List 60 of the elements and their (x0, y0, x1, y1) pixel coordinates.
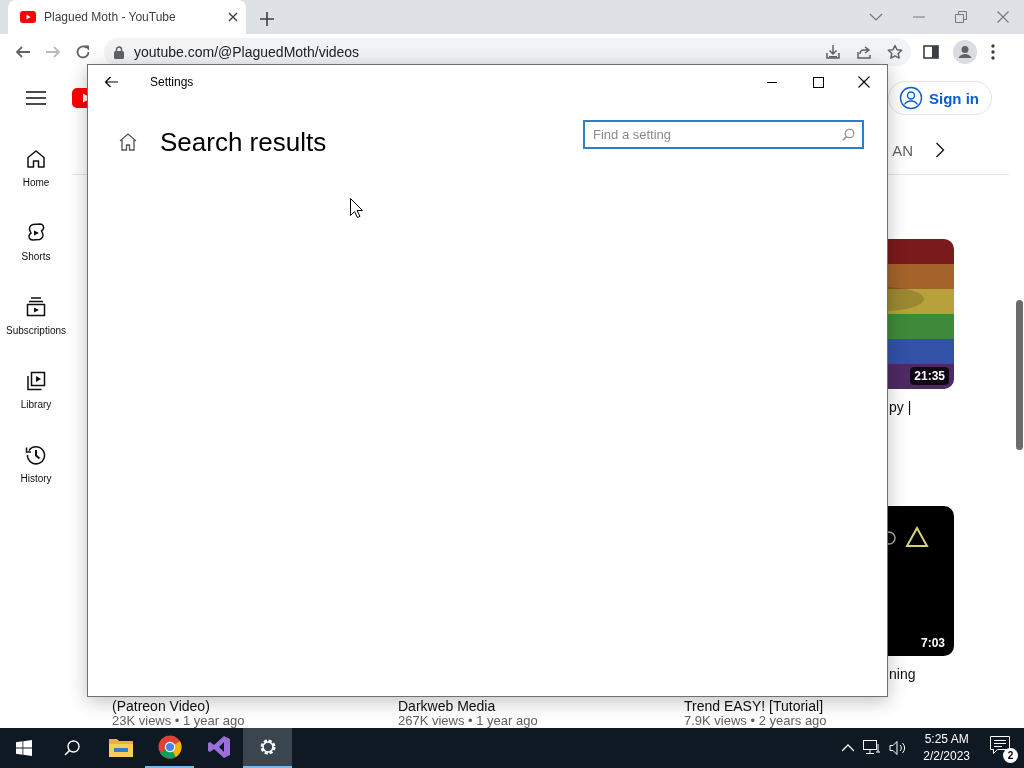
ribbon-icon (206, 735, 231, 759)
duration-badge: 21:35 (910, 367, 949, 385)
chevron-down-icon[interactable] (869, 13, 883, 21)
cursor-icon (350, 198, 363, 218)
back-arrow-icon[interactable] (104, 76, 118, 88)
network-icon[interactable] (863, 740, 882, 756)
video-meta: 7.9K views • 2 years ago (684, 714, 828, 728)
notification-icon[interactable] (990, 736, 1010, 754)
chevron-up-icon[interactable] (841, 744, 856, 752)
sidebar-item[interactable]: Shorts (21, 251, 51, 263)
sidebar-item[interactable]: Subscriptions (6, 325, 66, 337)
chevron-right-icon[interactable] (935, 142, 945, 158)
video-title[interactable]: (Patreon Video) (112, 699, 210, 714)
home-icon[interactable] (24, 147, 48, 171)
video-title[interactable]: py | (889, 397, 912, 417)
download-icon[interactable] (825, 44, 841, 60)
sidebar-item[interactable]: Home (22, 177, 50, 189)
page-heading: Search results (160, 126, 327, 159)
reload-icon[interactable] (75, 44, 91, 60)
search-icon[interactable] (64, 740, 80, 756)
play-logo-icon (20, 11, 36, 23)
sidebar-item[interactable]: Library (20, 399, 52, 411)
folder-icon (108, 737, 133, 757)
browser-icon (157, 735, 182, 759)
url-text: youtube.com/@PlaguedMoth/videos (134, 44, 360, 60)
video-meta: 23K views • 1 year ago (112, 714, 246, 728)
video-title[interactable]: ning (889, 664, 916, 684)
search-field[interactable]: Find a setting (583, 120, 864, 149)
restore-icon[interactable] (955, 11, 967, 23)
video-library-icon[interactable] (24, 369, 48, 393)
video-stack-icon[interactable] (24, 295, 48, 319)
video-meta: 267K views • 1 year ago (398, 714, 539, 728)
plus-icon[interactable] (260, 12, 274, 26)
back-arrow-icon[interactable] (15, 44, 31, 60)
history-icon[interactable] (24, 443, 48, 467)
clock-date[interactable]: 2/2/2023 (923, 748, 970, 765)
video-title[interactable]: Trend EASY! [Tutorial] (684, 699, 823, 714)
browser-tab[interactable]: Plagued Moth - YouTube (8, 0, 246, 34)
share-icon[interactable] (856, 44, 872, 60)
windows-logo-icon[interactable] (16, 740, 32, 756)
lock-icon (114, 45, 124, 59)
volume-icon[interactable] (889, 740, 908, 756)
person-icon (899, 86, 923, 110)
close-icon[interactable] (228, 12, 238, 22)
window-title: Settings (150, 75, 194, 89)
scrollbar-thumb[interactable] (1015, 300, 1023, 450)
profile-icon[interactable] (953, 40, 977, 64)
menu-icon[interactable] (26, 91, 46, 105)
video-title[interactable]: Darkweb Media (398, 699, 496, 714)
more-menu-icon[interactable] (991, 44, 995, 60)
star-icon[interactable] (887, 44, 903, 60)
notification-count: 2 (1003, 748, 1018, 763)
filter-chip[interactable]: AN (892, 141, 913, 159)
clock-time[interactable]: 5:25 AM (924, 731, 969, 748)
address-bar[interactable]: youtube.com/@PlaguedMoth/videos (104, 38, 911, 66)
sidebar-item[interactable]: History (20, 473, 52, 485)
taskbar-app[interactable] (243, 728, 292, 768)
tab-title: Plagued Moth - YouTube (44, 10, 176, 24)
sign-in-button[interactable]: Sign in (888, 81, 992, 115)
side-panel-icon[interactable] (923, 44, 939, 60)
